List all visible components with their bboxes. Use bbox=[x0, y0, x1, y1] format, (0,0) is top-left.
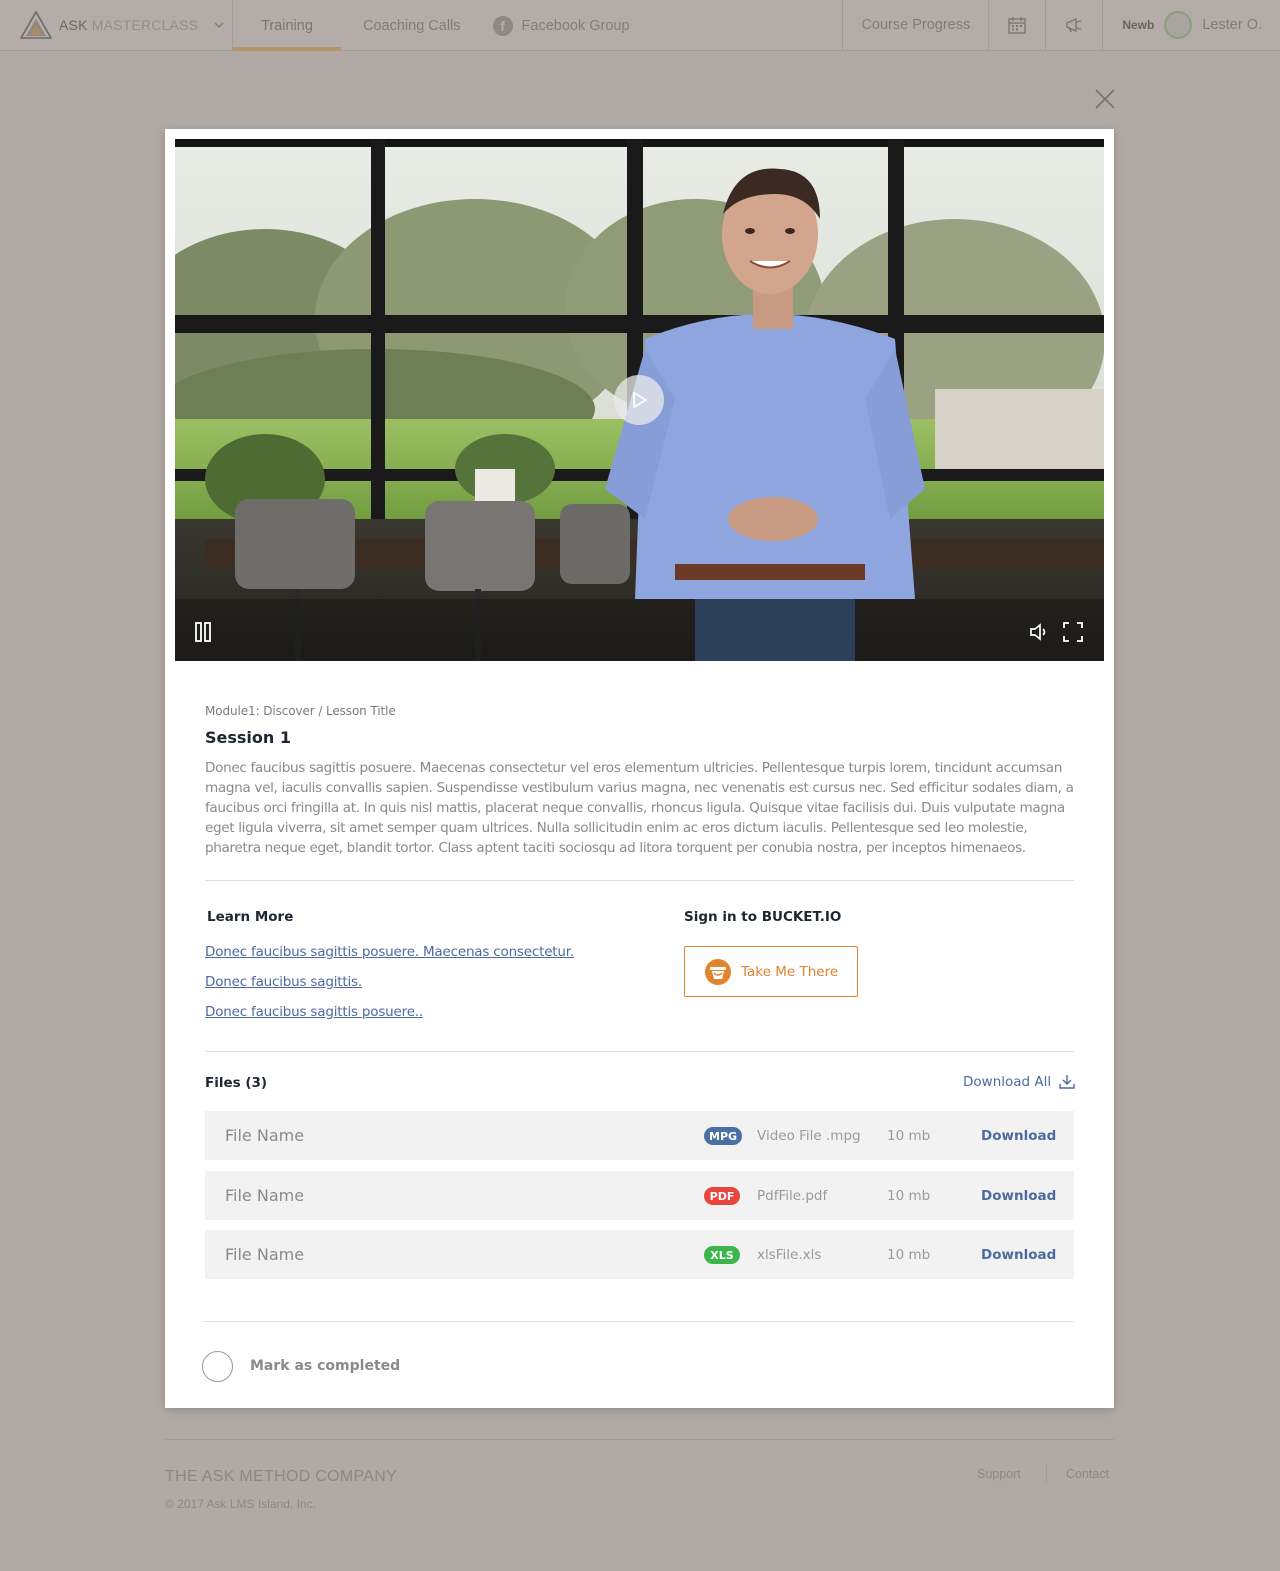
download-all-button[interactable]: Download All bbox=[963, 1074, 1075, 1090]
files-title: Files (3) bbox=[205, 1075, 268, 1091]
tab-facebook-group[interactable]: f Facebook Group bbox=[492, 0, 630, 51]
divider bbox=[205, 1051, 1074, 1052]
file-name: File Name bbox=[225, 1126, 305, 1145]
take-me-there-button[interactable]: Take Me There bbox=[684, 946, 858, 997]
learn-more-link-1[interactable]: Donec faucibus sagittis posuere. Maecena… bbox=[205, 944, 574, 960]
file-type-badge: XLS bbox=[704, 1246, 740, 1264]
download-button[interactable]: Download bbox=[981, 1247, 1056, 1263]
bucket-icon bbox=[705, 958, 731, 985]
file-description: Video File .mpg bbox=[757, 1128, 861, 1144]
play-icon bbox=[633, 391, 648, 409]
calendar-button[interactable] bbox=[988, 0, 1045, 50]
learn-more-link-2[interactable]: Donec faucibus sagittis. bbox=[205, 974, 362, 990]
tab-coaching-calls[interactable]: Coaching Calls bbox=[341, 0, 493, 51]
ask-logo-icon bbox=[20, 11, 52, 39]
close-icon[interactable] bbox=[1094, 88, 1116, 110]
pause-icon[interactable] bbox=[195, 622, 211, 642]
mark-completed-checkbox[interactable] bbox=[202, 1351, 233, 1382]
divider bbox=[202, 1321, 1074, 1322]
lesson-description: Donec faucibus sagittis posuere. Maecena… bbox=[205, 760, 1074, 856]
file-description: PdfFile.pdf bbox=[757, 1188, 828, 1204]
footer-link-contact[interactable]: Contact bbox=[1066, 1467, 1109, 1481]
file-name: File Name bbox=[225, 1245, 305, 1264]
tab-coaching-calls-label: Coaching Calls bbox=[363, 17, 461, 34]
file-size: 10 mb bbox=[887, 1188, 931, 1204]
take-me-there-label: Take Me There bbox=[741, 963, 839, 980]
volume-icon[interactable] bbox=[1029, 622, 1049, 642]
video-player[interactable] bbox=[175, 139, 1104, 661]
file-size: 10 mb bbox=[887, 1247, 931, 1263]
divider bbox=[205, 880, 1074, 881]
announcements-button[interactable] bbox=[1045, 0, 1102, 50]
tab-training[interactable]: Training bbox=[233, 0, 341, 51]
learn-more-title: Learn More bbox=[207, 909, 294, 925]
user-name: Lester O. bbox=[1202, 17, 1262, 33]
top-nav: ASK MASTERCLASS Training Coaching Calls … bbox=[0, 0, 1280, 51]
user-level-badge: Newb bbox=[1122, 18, 1155, 32]
tab-facebook-group-label: Facebook Group bbox=[521, 17, 630, 34]
footer-separator bbox=[1046, 1465, 1047, 1483]
course-progress-link[interactable]: Course Progress bbox=[842, 0, 988, 50]
brand-switcher[interactable]: ASK MASTERCLASS bbox=[0, 0, 233, 50]
breadcrumb: Module1: Discover / Lesson Title bbox=[205, 704, 396, 718]
chevron-down-icon bbox=[214, 22, 224, 28]
table-row: File Name MPG Video File .mpg 10 mb Down… bbox=[205, 1111, 1074, 1160]
table-row: File Name XLS xlsFile.xls 10 mb Download bbox=[205, 1230, 1074, 1279]
footer-company: THE ASK METHOD COMPANY bbox=[165, 1468, 398, 1485]
file-type-badge: PDF bbox=[704, 1187, 740, 1205]
download-button[interactable]: Download bbox=[981, 1188, 1056, 1204]
fullscreen-icon[interactable] bbox=[1063, 622, 1083, 642]
bucket-signin-title: Sign in to BUCKET.IO bbox=[684, 909, 842, 925]
megaphone-icon bbox=[1066, 17, 1082, 33]
brand-name: ASK MASTERCLASS bbox=[59, 17, 199, 33]
table-row: File Name PDF PdfFile.pdf 10 mb Download bbox=[205, 1171, 1074, 1220]
footer-link-support[interactable]: Support bbox=[977, 1467, 1021, 1481]
user-menu[interactable]: Newb Lester O. bbox=[1102, 0, 1280, 50]
footer-divider bbox=[165, 1439, 1114, 1440]
lesson-details: Module1: Discover / Lesson Title Session… bbox=[205, 704, 1074, 858]
file-type-badge: MPG bbox=[704, 1127, 743, 1145]
lesson-modal: Module1: Discover / Lesson Title Session… bbox=[165, 129, 1114, 1408]
download-icon bbox=[1059, 1075, 1075, 1089]
file-name: File Name bbox=[225, 1186, 305, 1205]
facebook-icon: f bbox=[492, 15, 513, 36]
download-button[interactable]: Download bbox=[981, 1128, 1056, 1144]
tab-training-label: Training bbox=[261, 17, 313, 34]
download-all-label: Download All bbox=[963, 1074, 1052, 1090]
file-size: 10 mb bbox=[887, 1128, 931, 1144]
page-title: Session 1 bbox=[205, 728, 291, 747]
file-description: xlsFile.xls bbox=[757, 1247, 822, 1263]
footer-copyright: © 2017 Ask LMS Island, Inc. bbox=[165, 1497, 316, 1511]
play-button[interactable] bbox=[614, 375, 664, 425]
mark-completed-label: Mark as completed bbox=[250, 1358, 401, 1374]
learn-more-link-3[interactable]: Donec faucibus sagittis posuere.. bbox=[205, 1004, 423, 1020]
calendar-icon bbox=[1008, 17, 1027, 34]
avatar bbox=[1164, 11, 1193, 39]
course-progress-label: Course Progress bbox=[861, 17, 971, 33]
